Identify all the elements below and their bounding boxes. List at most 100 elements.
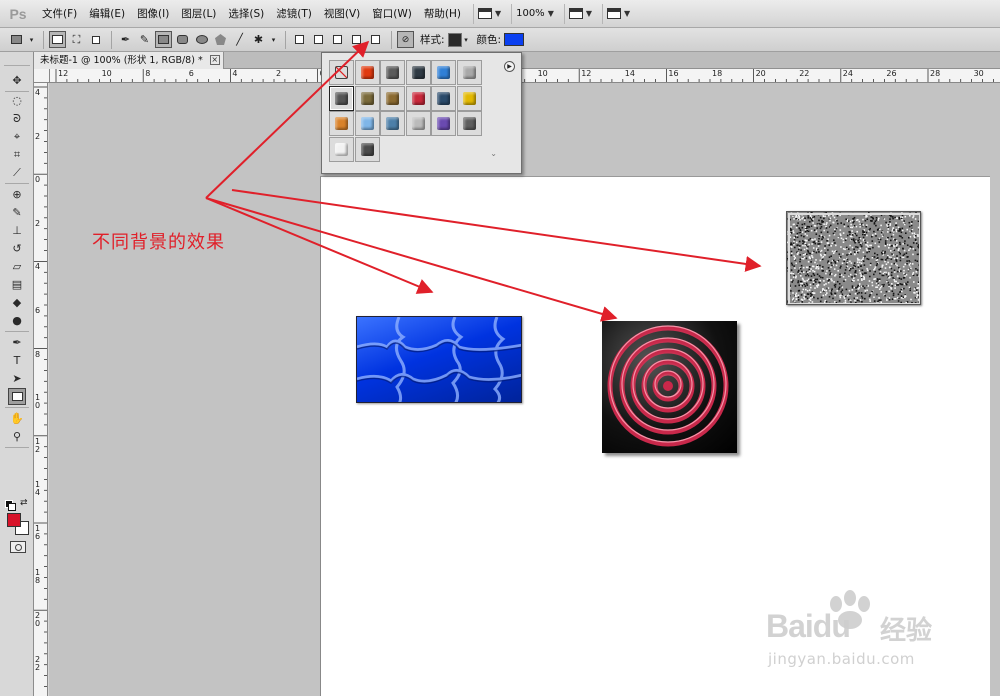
link-style-button[interactable]: ⊘ [397,31,414,48]
style-swatch-light-gray[interactable] [456,60,482,85]
menu-layer[interactable]: 图层(L) [175,0,222,28]
swatch-preview [386,66,399,79]
zoom-icon[interactable]: ⚲ [8,428,26,445]
style-swatch-landscape[interactable] [380,111,405,136]
menu-filter[interactable]: 滤镜(T) [270,0,318,28]
crop-icon[interactable]: ⌗ [8,146,26,163]
menu-edit[interactable]: 编辑(E) [83,0,131,28]
options-bar: ▾ ⛶ ✒ ✎ ╱ ✱ ▾ ⊘ 样式: ▾ 颜色: [0,28,1000,52]
default-colors-icon[interactable] [5,500,16,511]
rounded-rectangle-button[interactable] [174,31,191,48]
dodge-icon[interactable]: ● [8,312,26,329]
style-swatch-charcoal[interactable] [354,136,380,162]
healing-brush-icon[interactable]: ⊕ [8,186,26,203]
style-swatch-blue-glass[interactable] [431,60,456,85]
style-picker-swatch[interactable] [447,32,462,47]
toolbar-grip[interactable] [4,54,30,66]
style-picker-dropdown[interactable]: ▾ [462,31,471,48]
ellipse-button[interactable] [193,31,210,48]
style-swatch-red-plastic[interactable] [405,85,431,111]
scroll-down-icon[interactable]: ⌄ [490,149,497,158]
style-swatch-purple-glass[interactable] [431,111,456,136]
style-swatch-dark-sphere[interactable] [405,60,431,85]
menu-view[interactable]: 视图(V) [318,0,366,28]
pen-tool-button[interactable]: ✒ [117,31,134,48]
menu-select[interactable]: 选择(S) [222,0,270,28]
style-swatch-white-outline[interactable] [329,136,354,162]
create-new-shape-button[interactable] [291,31,308,48]
add-to-shape-button[interactable] [310,31,327,48]
move-icon[interactable]: ✥ [8,72,26,89]
clone-stamp-icon[interactable]: ⊥ [8,222,26,239]
style-swatch-gray-bevel[interactable] [380,60,405,85]
history-brush-icon[interactable]: ↺ [8,240,26,257]
menu-window[interactable]: 窗口(W) [366,0,418,28]
fill-color-swatch[interactable] [504,33,525,46]
style-swatch-yellow-gold[interactable] [456,85,482,111]
rounded-rectangle-icon [177,35,188,44]
zoom-level-dropdown[interactable]: 100% ▼ [511,3,558,24]
style-swatch-orange-sunset[interactable] [329,111,354,136]
hand-icon[interactable]: ✋ [8,410,26,427]
vertical-ruler[interactable]: 4 2 0 2 4 6 8 10 12 14 16 18 20 22 [34,83,48,696]
ruler-origin[interactable] [34,69,50,83]
freeform-pen-button[interactable]: ✎ [136,31,153,48]
menu-file[interactable]: 文件(F) [36,0,83,28]
tool-preset-dropdown[interactable]: ▾ [27,31,36,48]
panel-menu-icon[interactable]: ▶ [504,61,515,72]
arrange-documents-button[interactable]: ▼ [563,3,596,24]
style-swatch-gold-brown[interactable] [380,85,405,111]
gradient-icon[interactable]: ▤ [8,276,26,293]
style-swatch-red-glow[interactable] [354,60,380,85]
style-swatch-multicolor[interactable] [431,85,456,111]
rectangle-icon[interactable] [8,388,26,405]
screen-mode-button[interactable]: ▼ [602,3,634,24]
marquee-icon[interactable]: ◌ [8,92,26,109]
geometry-options-dropdown[interactable]: ▾ [269,31,278,48]
lasso-icon[interactable]: ᘐ [8,110,26,127]
quick-mask-icon [14,543,22,551]
menu-help[interactable]: 帮助(H) [418,0,467,28]
launch-bridge-button[interactable]: ▼ [472,3,505,24]
swatch-preview [360,66,374,79]
puzzle-style-shape[interactable] [356,316,522,403]
shape-layers-button[interactable] [49,31,66,48]
swatch-preview [360,117,374,130]
style-swatch-none[interactable] [329,60,354,85]
style-swatch-bronze[interactable] [354,85,380,111]
blur-icon[interactable]: ◆ [8,294,26,311]
target-rings-shape[interactable] [602,321,737,453]
menu-image[interactable]: 图像(I) [131,0,175,28]
rectangle-shape-button[interactable] [155,31,172,48]
swatch-preview [411,117,425,130]
style-swatch-dark-gray[interactable] [456,111,482,136]
style-swatch-sky-blue[interactable] [354,111,380,136]
style-swatch-frame-gray[interactable] [405,111,431,136]
custom-shape-button[interactable]: ✱ [250,31,267,48]
type-icon[interactable]: T [8,352,26,369]
fill-pixels-button[interactable] [87,31,104,48]
path-select-icon[interactable]: ➤ [8,370,26,387]
swap-colors-icon[interactable]: ⇄ [20,498,28,508]
foreground-color-swatch[interactable] [7,513,21,527]
eraser-icon[interactable]: ▱ [8,258,26,275]
horizontal-ruler[interactable]: 12108642024681012141618202224262830 [50,69,1000,83]
style-swatch-metal-gradient[interactable] [329,85,354,111]
quick-select-icon[interactable]: ⌖ [8,128,26,145]
exclude-shape-button[interactable] [367,31,384,48]
brush-icon[interactable]: ✎ [8,204,26,221]
paths-button[interactable]: ⛶ [68,31,85,48]
document-tab[interactable]: 未标题-1 @ 100% (形状 1, RGB/8) * × [34,52,224,69]
eyedropper-icon[interactable]: ⟋ [8,164,26,181]
tool-preset-picker[interactable] [8,31,25,48]
line-button[interactable]: ╱ [231,31,248,48]
style-picker-panel[interactable]: ▶ ⌄ [321,52,522,174]
close-icon[interactable]: × [209,55,220,65]
intersect-shape-button[interactable] [348,31,365,48]
quick-mask-button[interactable] [10,541,26,553]
noise-texture-shape[interactable] [786,211,921,305]
ruler-label: 18 [712,69,723,78]
polygon-button[interactable] [212,31,229,48]
subtract-shape-button[interactable] [329,31,346,48]
pen-icon[interactable]: ✒ [8,334,26,351]
